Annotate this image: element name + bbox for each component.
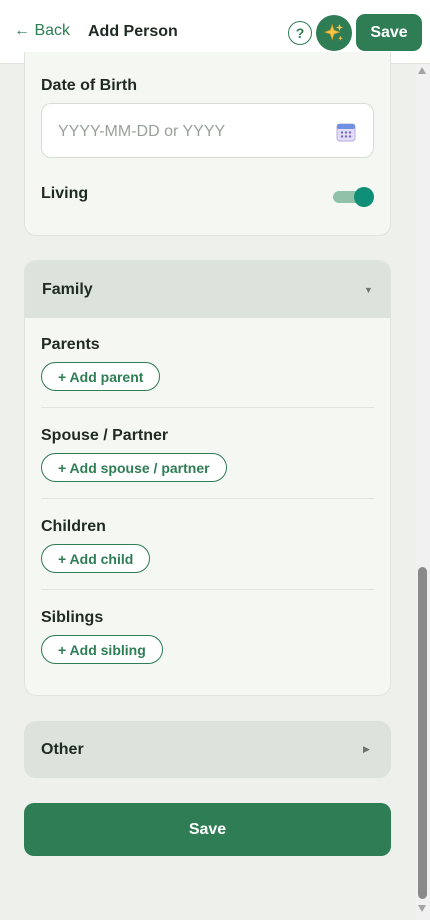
save-button[interactable]: Save bbox=[24, 803, 391, 856]
add-spouse-button[interactable]: + Add spouse / partner bbox=[41, 453, 227, 482]
help-button[interactable]: ? bbox=[288, 21, 312, 45]
children-label: Children bbox=[41, 518, 106, 535]
toggle-knob bbox=[354, 187, 374, 207]
other-title: Other bbox=[41, 741, 84, 758]
siblings-label: Siblings bbox=[41, 609, 104, 626]
living-toggle[interactable] bbox=[333, 187, 375, 207]
scroll-down-arrow-icon[interactable] bbox=[418, 905, 426, 912]
family-title: Family bbox=[42, 281, 93, 298]
page-title: Add Person bbox=[88, 23, 178, 40]
dob-label: Date of Birth bbox=[41, 77, 137, 94]
back-link[interactable]: ← Back bbox=[14, 22, 70, 40]
calendar-icon[interactable] bbox=[336, 122, 356, 142]
add-sibling-button[interactable]: + Add sibling bbox=[41, 635, 163, 664]
add-child-button[interactable]: + Add child bbox=[41, 544, 151, 573]
dob-placeholder: YYYY-MM-DD or YYYY bbox=[58, 123, 226, 140]
divider bbox=[41, 407, 374, 408]
scroll-up-arrow-icon[interactable] bbox=[418, 67, 426, 74]
family-section-header[interactable]: Family ▼ bbox=[25, 261, 390, 318]
divider bbox=[41, 498, 374, 499]
spouse-label: Spouse / Partner bbox=[41, 427, 169, 444]
other-section-header[interactable]: Other ▶ bbox=[24, 721, 391, 778]
scrollbar-thumb[interactable] bbox=[418, 567, 427, 899]
caret-down-icon: ▼ bbox=[364, 285, 373, 295]
add-parent-button[interactable]: + Add parent bbox=[41, 362, 161, 391]
sparkles-icon bbox=[323, 23, 344, 41]
dob-field[interactable]: YYYY-MM-DD or YYYY bbox=[41, 103, 374, 158]
help-label: ? bbox=[295, 25, 305, 41]
header-save-button[interactable]: Save bbox=[356, 14, 422, 51]
caret-right-icon: ▶ bbox=[363, 744, 370, 754]
ai-assist-button[interactable] bbox=[316, 15, 352, 51]
living-label: Living bbox=[41, 185, 89, 202]
divider bbox=[41, 589, 374, 590]
parents-label: Parents bbox=[41, 336, 100, 353]
